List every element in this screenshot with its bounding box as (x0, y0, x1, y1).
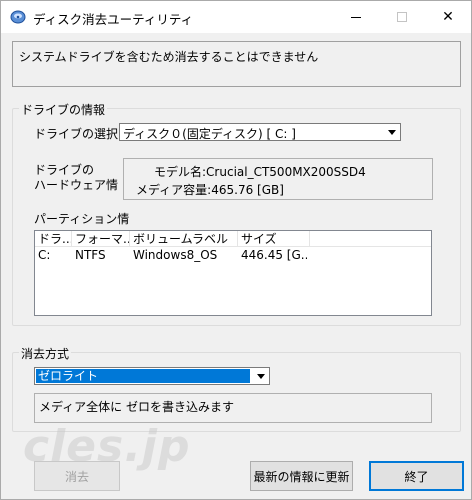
erase-button-label: 消去 (64, 469, 89, 484)
capacity-value: 465.76 [GB] (211, 183, 284, 197)
partition-list[interactable]: ドラ... フォーマ... ボリュームラベル サイズ C: NTFS Windo… (34, 230, 432, 316)
disk-erase-window: ディスク消去ユーティリティ ✕ システムドライブを含むため消去することはできませ… (0, 0, 472, 500)
app-icon (10, 10, 26, 24)
capacity-label: メディア容量: (136, 183, 212, 197)
partition-format-cell[interactable]: NTFS (75, 248, 130, 263)
erase-method-description-text: メディア全体に ゼロを書き込みます (39, 400, 234, 414)
refresh-button[interactable]: 最新の情報に更新 (250, 461, 353, 491)
close-icon: ✕ (442, 9, 454, 25)
minimize-button[interactable] (333, 1, 379, 33)
drive-info-legend: ドライブの情報 (19, 101, 108, 118)
column-format[interactable]: フォーマ... (72, 231, 130, 247)
status-message-text: システムドライブを含むため消去することはできません (19, 50, 319, 64)
exit-button-label: 終了 (404, 469, 429, 484)
hardware-info-panel: モデル名:Crucial_CT500MX200SSD4 メディア容量:465.7… (123, 158, 433, 200)
erase-method-description: メディア全体に ゼロを書き込みます (34, 393, 432, 423)
erase-method-legend: 消去方式 (19, 345, 72, 362)
erase-method-value: ゼロライト (35, 368, 251, 384)
partition-info-label: パーティション情 (34, 212, 130, 226)
maximize-icon (397, 12, 407, 22)
minimize-icon (351, 16, 361, 18)
partition-list-header: ドラ... フォーマ... ボリュームラベル サイズ (35, 231, 431, 247)
model-value: Crucial_CT500MX200SSD4 (206, 165, 366, 179)
close-button[interactable]: ✕ (425, 1, 471, 33)
erase-method-dropdown[interactable]: ゼロライト (34, 367, 270, 385)
window-title: ディスク消去ユーティリティ (33, 12, 194, 27)
chevron-down-icon[interactable] (383, 124, 400, 140)
chevron-down-icon[interactable] (252, 368, 269, 384)
partition-drive-cell[interactable]: C: (38, 248, 71, 263)
column-volume-label[interactable]: ボリュームラベル (130, 231, 238, 247)
drive-select-label: ドライブの選択 (34, 127, 119, 141)
erase-button[interactable]: 消去 (34, 461, 120, 491)
exit-button[interactable]: 終了 (369, 461, 464, 491)
column-size[interactable]: サイズ (238, 231, 310, 247)
status-message: システムドライブを含むため消去することはできません (12, 41, 461, 87)
hardware-info-label-line2: ハードウェア情 (34, 178, 119, 192)
maximize-button[interactable] (379, 1, 425, 33)
capacity-row: メディア容量:465.76 [GB] (136, 181, 284, 198)
drive-select-value: ディスク０(固定ディスク) [ C: ] (123, 127, 296, 141)
model-label: モデル名: (154, 165, 207, 179)
column-drive[interactable]: ドラ... (35, 231, 72, 247)
drive-select-dropdown[interactable]: ディスク０(固定ディスク) [ C: ] (119, 123, 401, 141)
partition-label-cell[interactable]: Windows8_OS (133, 248, 238, 263)
model-row: モデル名:Crucial_CT500MX200SSD4 (154, 163, 366, 180)
title-bar: ディスク消去ユーティリティ ✕ (1, 1, 471, 33)
partition-size-cell[interactable]: 446.45 [G... (241, 248, 307, 263)
refresh-button-label: 最新の情報に更新 (253, 469, 350, 484)
